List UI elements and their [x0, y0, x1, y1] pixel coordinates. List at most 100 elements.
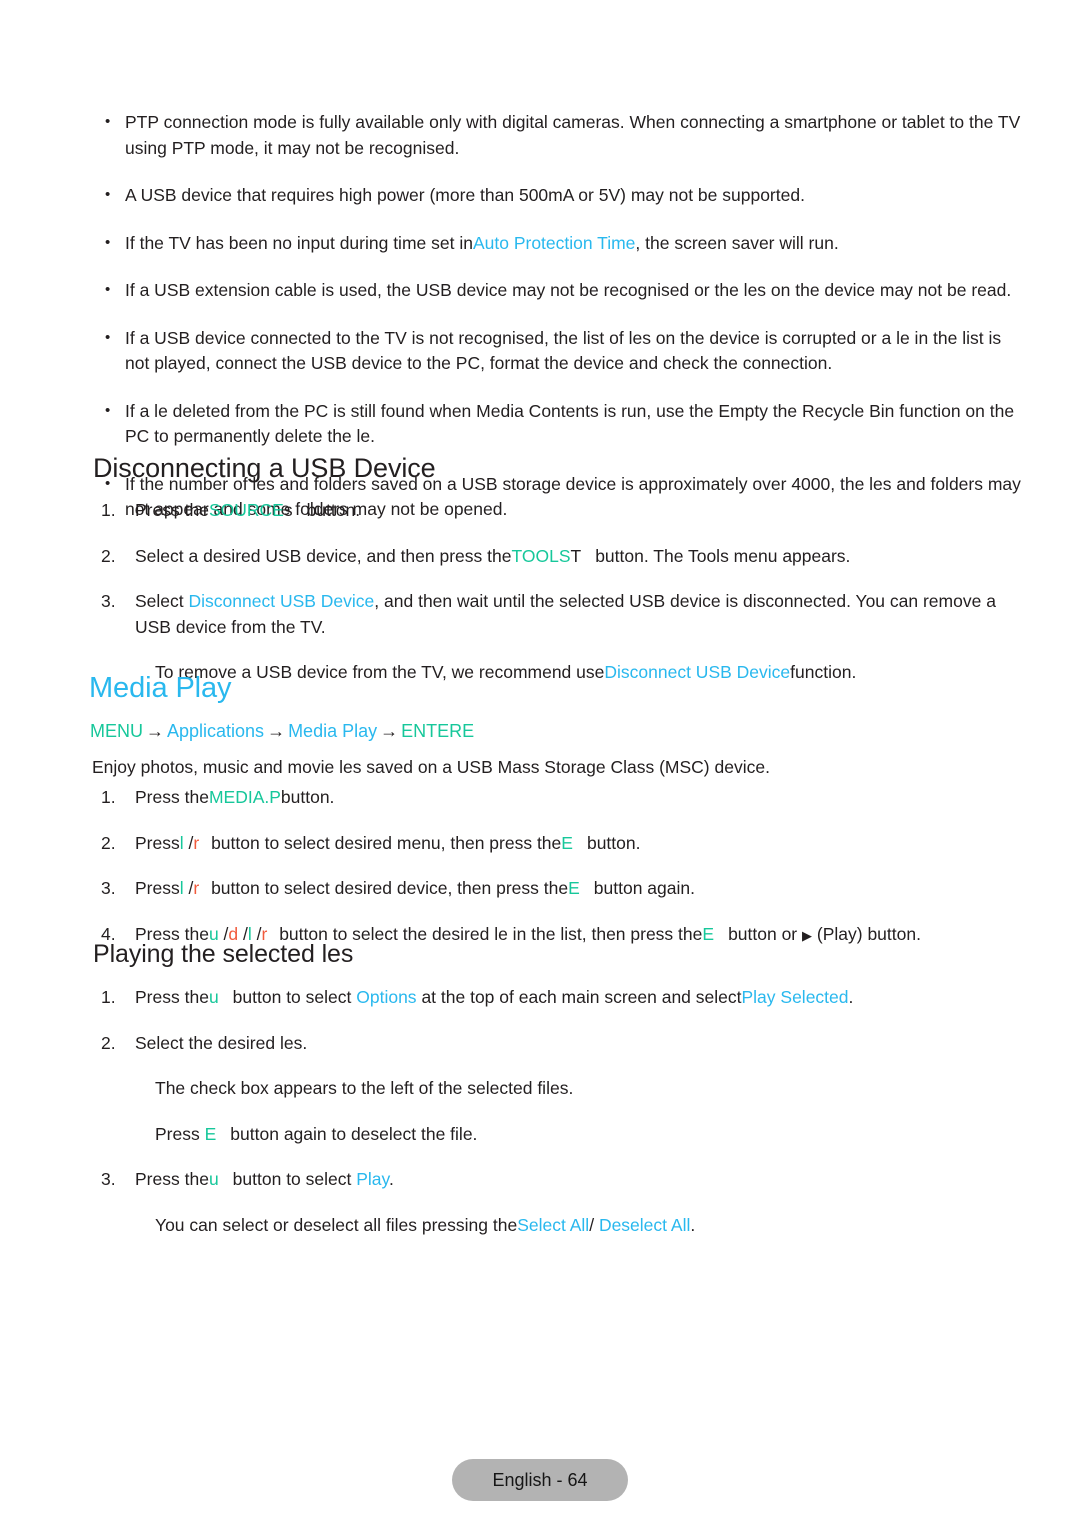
step-number: 1.: [101, 787, 116, 807]
step-text-after: button.: [306, 500, 361, 520]
heading-media-play: Media Play: [89, 672, 232, 704]
step-text-mid: button to select: [232, 1169, 352, 1189]
tools-button-label: TOOLS: [511, 545, 571, 566]
step-text-before: Press the: [135, 987, 209, 1007]
bullet-item: A USB device that requires high power (m…: [93, 182, 1023, 209]
step-number: 1.: [101, 500, 116, 520]
enter-key-icon: E: [561, 832, 573, 853]
arrow-right-icon: →: [380, 721, 399, 741]
bullet-text: If a le deleted from the PC is still fou…: [125, 400, 1015, 447]
note-separator: /: [589, 1214, 595, 1235]
bullet-item-auto-protection: If the TV has been no input during time …: [93, 230, 1023, 257]
select-all-menu-item[interactable]: Select All: [517, 1215, 589, 1235]
play-menu-item[interactable]: Play: [356, 1169, 389, 1189]
step-number: 3.: [101, 591, 116, 611]
breadcrumb-item-menu[interactable]: MENU: [90, 721, 143, 741]
tools-key-icon: T: [570, 545, 582, 566]
step-text-mid: button to select desired menu, then pres…: [211, 832, 562, 853]
note-deselect-info: Press Ebutton again to deselect the file…: [93, 1122, 1023, 1148]
playing-steps-list: 1. Press theu button to select Options at…: [93, 985, 1023, 1258]
media-p-button-label: MEDIA.P: [208, 787, 281, 807]
note-text-after: function.: [790, 662, 857, 682]
step-text-mid2: at the top of each main screen and selec…: [421, 987, 742, 1007]
step-text-after: button.: [586, 832, 641, 853]
note-text-after: button again to deselect the file.: [230, 1123, 478, 1144]
arrow-right-icon: →: [267, 721, 286, 741]
step-text-before: Press the: [135, 787, 209, 807]
step-text-mid: button to select: [232, 987, 352, 1007]
disconnect-recommendation-note: To remove a USB device from the TV, we r…: [93, 660, 1023, 686]
step-item: 3. Select Disconnect USB Device, and the…: [93, 589, 1023, 640]
deselect-all-menu-item[interactable]: Deselect All: [599, 1215, 690, 1235]
step-number: 1.: [101, 987, 116, 1007]
enter-key-icon: E: [462, 721, 475, 741]
note-text-before: Press: [155, 1123, 200, 1144]
arrow-up-key-icon: u: [208, 1169, 219, 1189]
disconnect-usb-device-menu-item[interactable]: Disconnect USB Device: [189, 591, 375, 611]
step-item: 2. Pressl /r button to select desired me…: [93, 831, 1023, 857]
step-item: 2. Select a desired USB device, and then…: [93, 544, 1023, 570]
disconnect-usb-device-menu-item[interactable]: Disconnect USB Device: [604, 662, 790, 682]
enter-key-icon: E: [568, 878, 580, 898]
bullet-item: If a le deleted from the PC is still fou…: [93, 398, 1023, 450]
bullet-text-after: , the screen saver will run.: [635, 232, 839, 253]
source-key-icon: s: [283, 500, 293, 520]
breadcrumb-item-applications[interactable]: Applications: [167, 721, 264, 741]
bullet-item: PTP connection mode is fully available o…: [93, 109, 1023, 161]
page-footer-badge: English - 64: [452, 1459, 628, 1501]
step-text-before: Press the: [135, 1169, 209, 1189]
bullet-item: If a USB extension cable is used, the US…: [93, 277, 1023, 304]
arrow-right-key-icon: r: [193, 832, 200, 853]
step-text-mid: button to select desired device, then pr…: [211, 878, 569, 898]
page-footer-label: English - 64: [492, 1469, 588, 1490]
step-text-after: (Play) button.: [816, 923, 921, 944]
step-text-before: Press: [135, 832, 180, 853]
bullet-text: PTP connection mode is fully available o…: [125, 112, 1021, 158]
media-play-intro: Enjoy photos, music and movie les saved …: [92, 757, 770, 777]
play-selected-menu-item[interactable]: Play Selected: [742, 987, 849, 1007]
step-text-after: button. The Tools menu appears.: [595, 545, 851, 566]
step-text-before: Select: [135, 591, 184, 611]
breadcrumb-item-media-play[interactable]: Media Play: [288, 721, 377, 741]
step-number: 3.: [101, 1169, 116, 1189]
step-number: 2.: [101, 1032, 116, 1053]
options-menu-item[interactable]: Options: [356, 987, 416, 1007]
bullet-text: If a USB extension cable is used, the US…: [125, 280, 1012, 300]
step-item: 3. Press theu button to select Play.: [93, 1167, 1023, 1193]
source-button-label: SOURCE: [208, 500, 284, 520]
step-item: 1. Press theu button to select Options at…: [93, 985, 1023, 1011]
bullet-item: If a USB device connected to the TV is n…: [93, 325, 1023, 377]
arrow-right-icon: →: [146, 721, 164, 741]
step-number: 3.: [101, 878, 116, 898]
step-text-before: Select a desired USB device, and then pr…: [135, 545, 512, 566]
bullet-text-before: If the TV has been no input during time …: [125, 232, 473, 253]
enter-key-icon: E: [204, 1123, 217, 1144]
manual-page: PTP connection mode is fully available o…: [0, 0, 1080, 1534]
arrow-up-key-icon: u: [208, 987, 219, 1007]
breadcrumb: MENU → Applications → Media Play → ENTERE: [90, 719, 474, 743]
heading-disconnecting-usb-device: Disconnecting a USB Device: [93, 453, 436, 483]
disconnect-steps-list: 1. Press theSOURCEs button. 2. Select a d…: [93, 498, 1023, 706]
step-text: Select the desired les.: [135, 1032, 308, 1053]
note-text-before: You can select or deselect all files pre…: [155, 1214, 518, 1235]
bullet-text: If a USB device connected to the TV is n…: [125, 327, 1002, 374]
step-text-after: .: [848, 987, 854, 1007]
step-item: 1. Press theSOURCEs button.: [93, 498, 1023, 524]
auto-protection-time-link[interactable]: Auto Protection Time: [473, 233, 635, 253]
arrow-right-key-icon: r: [193, 878, 200, 898]
step-item: 3. Pressl /r button to select desired de…: [93, 876, 1023, 902]
step-text-mid2: button or: [728, 923, 798, 944]
step-text-after: button again.: [593, 878, 695, 898]
step-number: 2.: [101, 545, 116, 566]
enter-key-icon: E: [702, 923, 715, 944]
step-number: 2.: [101, 832, 116, 853]
step-text-before: Press: [135, 878, 180, 898]
note-checkbox-info: The check box appears to the left of the…: [155, 1078, 574, 1098]
play-icon: ▶: [802, 927, 813, 943]
step-item: 2. Select the desired les.: [93, 1031, 1023, 1057]
step-item: 1. Press theMEDIA.Pbutton.: [93, 785, 1023, 811]
note-text-after: .: [690, 1214, 696, 1235]
note-select-all-info: You can select or deselect all files pre…: [93, 1213, 1023, 1239]
breadcrumb-item-enter[interactable]: ENTER: [401, 721, 462, 741]
step-text-after: button.: [280, 787, 335, 807]
